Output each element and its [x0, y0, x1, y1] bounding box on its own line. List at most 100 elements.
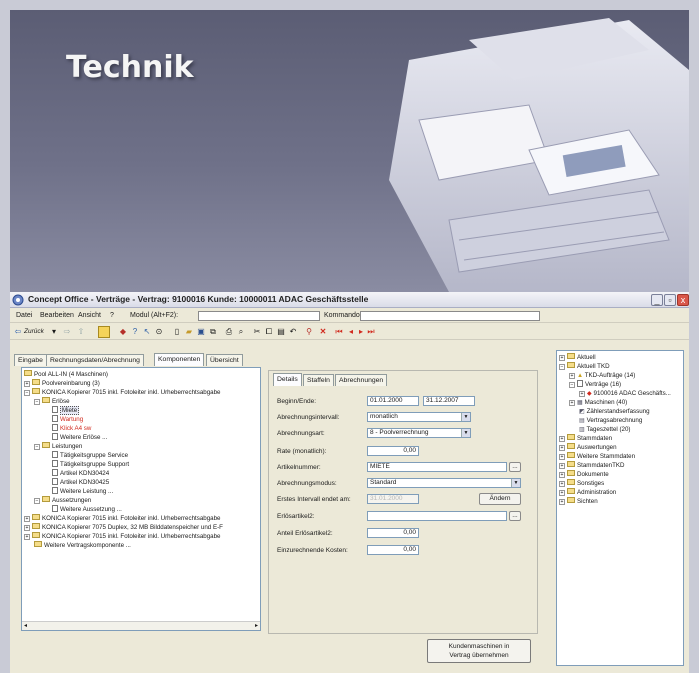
expand-icon[interactable]: +: [559, 436, 565, 442]
rate-field[interactable]: 0,00: [367, 446, 419, 456]
tab-rechnungsdaten[interactable]: Rechnungsdaten/Abrechnung: [46, 354, 144, 366]
nav-item[interactable]: + Dokumente: [559, 470, 609, 479]
modus-select[interactable]: Standard ▼: [367, 478, 521, 488]
tree-item[interactable]: Weitere Aussetzung ...: [52, 505, 122, 514]
nav-item[interactable]: + Sichten: [559, 497, 598, 506]
chevron-down-icon[interactable]: ▼: [511, 479, 520, 487]
tree-item[interactable]: + Poolvereinbarung (3): [24, 379, 100, 388]
tree-item[interactable]: Tätigkeitsgruppe Support: [52, 460, 129, 469]
tree-item[interactable]: − KONICA Kopierer 7015 inkl. Fotoleiter i…: [24, 388, 221, 397]
next-record-icon[interactable]: ▸: [356, 326, 366, 338]
tree-item[interactable]: Pool ALL-IN (4 Maschinen): [24, 370, 108, 379]
ende-field[interactable]: 31.12.2007: [423, 396, 475, 406]
cut-icon[interactable]: ✂: [252, 326, 262, 338]
delete-icon[interactable]: ✕: [318, 326, 328, 338]
aendern-button[interactable]: Ändern: [479, 493, 521, 505]
tab-details[interactable]: Details: [273, 373, 302, 386]
up-arrow-icon[interactable]: ⇧: [76, 326, 86, 338]
expand-icon[interactable]: +: [559, 445, 565, 451]
navigation-tree[interactable]: + Aktuell − Aktuell TKD + ▲ TKD-Aufträge (1…: [556, 350, 684, 666]
nav-item[interactable]: + Aktuell: [559, 353, 596, 362]
minimize-button[interactable]: _: [651, 294, 663, 306]
nav-item[interactable]: + ▦ Maschinen (40): [569, 398, 627, 407]
save-icon[interactable]: ▣: [196, 326, 206, 338]
collapse-icon[interactable]: −: [24, 390, 30, 396]
folder-up-icon[interactable]: [98, 326, 110, 338]
tree-item[interactable]: Wartung: [52, 415, 83, 424]
back-button[interactable]: Zurück: [24, 326, 44, 338]
kosten-field[interactable]: 0,00: [367, 545, 419, 555]
export-icon[interactable]: ⧉: [208, 326, 218, 338]
expand-icon[interactable]: +: [559, 490, 565, 496]
artikel-browse-button[interactable]: ...: [509, 462, 521, 472]
nav-item[interactable]: − Verträge (16): [569, 380, 621, 389]
tab-eingabe[interactable]: Eingabe: [14, 354, 47, 366]
expand-icon[interactable]: +: [559, 355, 565, 361]
search-icon[interactable]: ⊙: [154, 326, 164, 338]
take-customer-machines-button[interactable]: Kundenmaschinen in Vertrag übernehmen: [427, 639, 531, 663]
find-icon[interactable]: ⚲: [304, 326, 314, 338]
new-document-icon[interactable]: ▯: [172, 326, 182, 338]
tab-abrechnungen[interactable]: Abrechnungen: [335, 374, 388, 386]
expand-icon[interactable]: +: [24, 534, 30, 540]
expand-icon[interactable]: +: [24, 381, 30, 387]
forward-arrow-icon[interactable]: ⇨: [62, 326, 72, 338]
modul-input[interactable]: [198, 311, 320, 321]
tree-item[interactable]: Weitere Vertragskomponente ...: [34, 541, 131, 550]
tree-item[interactable]: − Erlöse: [34, 397, 70, 406]
expand-icon[interactable]: +: [559, 463, 565, 469]
help-icon[interactable]: ?: [130, 326, 140, 338]
tree-item[interactable]: − Leistungen: [34, 442, 82, 451]
expand-icon[interactable]: +: [24, 525, 30, 531]
artikel-field[interactable]: MIETE: [367, 462, 507, 472]
kommando-input[interactable]: [360, 311, 540, 321]
nav-item[interactable]: + ▲ TKD-Aufträge (14): [569, 371, 635, 380]
scroll-right-icon[interactable]: ▸: [255, 622, 258, 629]
expand-icon[interactable]: +: [559, 499, 565, 505]
help-pointer-icon[interactable]: ↖: [142, 326, 152, 338]
tab-staffeln[interactable]: Staffeln: [303, 374, 334, 386]
close-button[interactable]: x: [677, 294, 689, 306]
collapse-icon[interactable]: −: [569, 382, 575, 388]
nav-item[interactable]: + Administration: [559, 488, 616, 497]
maximize-button[interactable]: ▫: [664, 294, 676, 306]
collapse-icon[interactable]: −: [34, 498, 40, 504]
expand-icon[interactable]: +: [569, 373, 575, 379]
nav-item-current[interactable]: + ◆ 9100016 ADAC Geschäfts...: [579, 389, 671, 398]
back-arrow-icon[interactable]: ⇦: [14, 326, 22, 338]
tree-item[interactable]: Tätigkeitsgruppe Service: [52, 451, 128, 460]
intervall-select[interactable]: monatlich ▼: [367, 412, 471, 422]
last-record-icon[interactable]: ⏭: [366, 326, 376, 338]
expand-icon[interactable]: +: [569, 400, 575, 406]
menu-bearbeiten[interactable]: Bearbeiten: [40, 312, 74, 319]
nav-item[interactable]: + Auswertungen: [559, 443, 617, 452]
tree-item[interactable]: + KONICA Kopierer 7015 inkl. Fotoleiter i…: [24, 532, 221, 541]
chevron-down-icon[interactable]: ▼: [461, 413, 470, 421]
nav-item[interactable]: ◩ Zählerstandserfassung: [579, 407, 650, 416]
component-tree[interactable]: Pool ALL-IN (4 Maschinen) + Poolvereinbar…: [21, 367, 261, 631]
nav-item[interactable]: − Aktuell TKD: [559, 362, 610, 371]
print-icon[interactable]: ⎙: [224, 326, 234, 338]
tree-item[interactable]: Weitere Leistung ...: [52, 487, 113, 496]
chevron-down-icon[interactable]: ▾: [50, 326, 58, 338]
tree-item[interactable]: Weitere Erlöse ...: [52, 433, 107, 442]
beginn-field[interactable]: 01.01.2000: [367, 396, 419, 406]
anteil-field[interactable]: 0,00: [367, 528, 419, 538]
menu-datei[interactable]: Datei: [16, 312, 32, 319]
art-select[interactable]: 8 - Poolverrechnung ▼: [367, 428, 471, 438]
copy-icon[interactable]: ⧠: [264, 326, 274, 338]
nav-item[interactable]: + Weitere Stammdaten: [559, 452, 635, 461]
tree-item[interactable]: Klick A4 sw: [52, 424, 91, 433]
print-preview-icon[interactable]: ⌕: [236, 326, 246, 338]
expand-icon[interactable]: +: [559, 481, 565, 487]
menu-help[interactable]: ?: [110, 312, 114, 319]
tree-item[interactable]: Artikel KDN30424: [52, 469, 109, 478]
nav-item[interactable]: + Stammdaten: [559, 434, 612, 443]
open-folder-icon[interactable]: ▰: [184, 326, 194, 338]
paste-icon[interactable]: ▤: [276, 326, 286, 338]
tree-item[interactable]: Artikel KDN30425: [52, 478, 109, 487]
collapse-icon[interactable]: −: [34, 399, 40, 405]
collapse-icon[interactable]: −: [34, 444, 40, 450]
first-record-icon[interactable]: ⏮: [334, 326, 344, 338]
chevron-down-icon[interactable]: ▼: [461, 429, 470, 437]
